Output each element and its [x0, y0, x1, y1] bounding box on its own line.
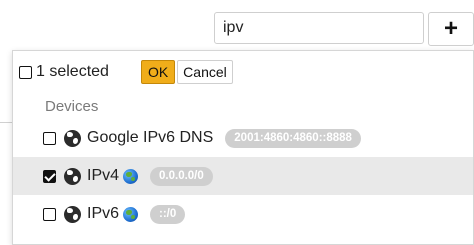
item-checkbox[interactable] [43, 207, 56, 221]
globe-icon [64, 167, 81, 185]
page: + 1 selected OK Cancel Devices Google IP… [0, 0, 474, 245]
item-checkbox[interactable] [43, 169, 56, 183]
select-all-checkbox[interactable] [19, 65, 32, 79]
address-badge: 2001:4860:4860::8888 [225, 128, 361, 148]
search-input[interactable] [214, 12, 424, 44]
globe-icon [64, 129, 81, 147]
earth-icon [123, 168, 139, 184]
list-item-ipv4[interactable]: IPv4 0.0.0.0/0 [13, 157, 473, 195]
group-label-devices: Devices [45, 97, 99, 115]
cancel-button[interactable]: Cancel [177, 60, 233, 84]
item-label: IPv4 [87, 167, 120, 184]
earth-icon [123, 206, 139, 222]
list-item-ipv6[interactable]: IPv6 ::/0 [13, 195, 473, 233]
add-button[interactable]: + [428, 12, 474, 46]
ok-button[interactable]: OK [140, 60, 176, 84]
dropdown-header: 1 selected OK Cancel [13, 51, 473, 93]
search-bar: + [214, 12, 474, 46]
address-badge: ::/0 [150, 204, 186, 224]
item-label: IPv6 [87, 205, 120, 222]
item-label: Google IPv6 DNS [87, 129, 214, 146]
plus-icon: + [443, 15, 458, 42]
selection-dropdown: 1 selected OK Cancel Devices Google IPv6… [12, 50, 474, 245]
list-item-google-ipv6-dns[interactable]: Google IPv6 DNS 2001:4860:4860::8888 [13, 119, 473, 157]
item-checkbox[interactable] [43, 131, 56, 145]
divider [0, 122, 12, 123]
globe-icon [64, 205, 81, 223]
address-badge: 0.0.0.0/0 [150, 166, 213, 186]
selected-count: 1 selected [36, 63, 109, 80]
